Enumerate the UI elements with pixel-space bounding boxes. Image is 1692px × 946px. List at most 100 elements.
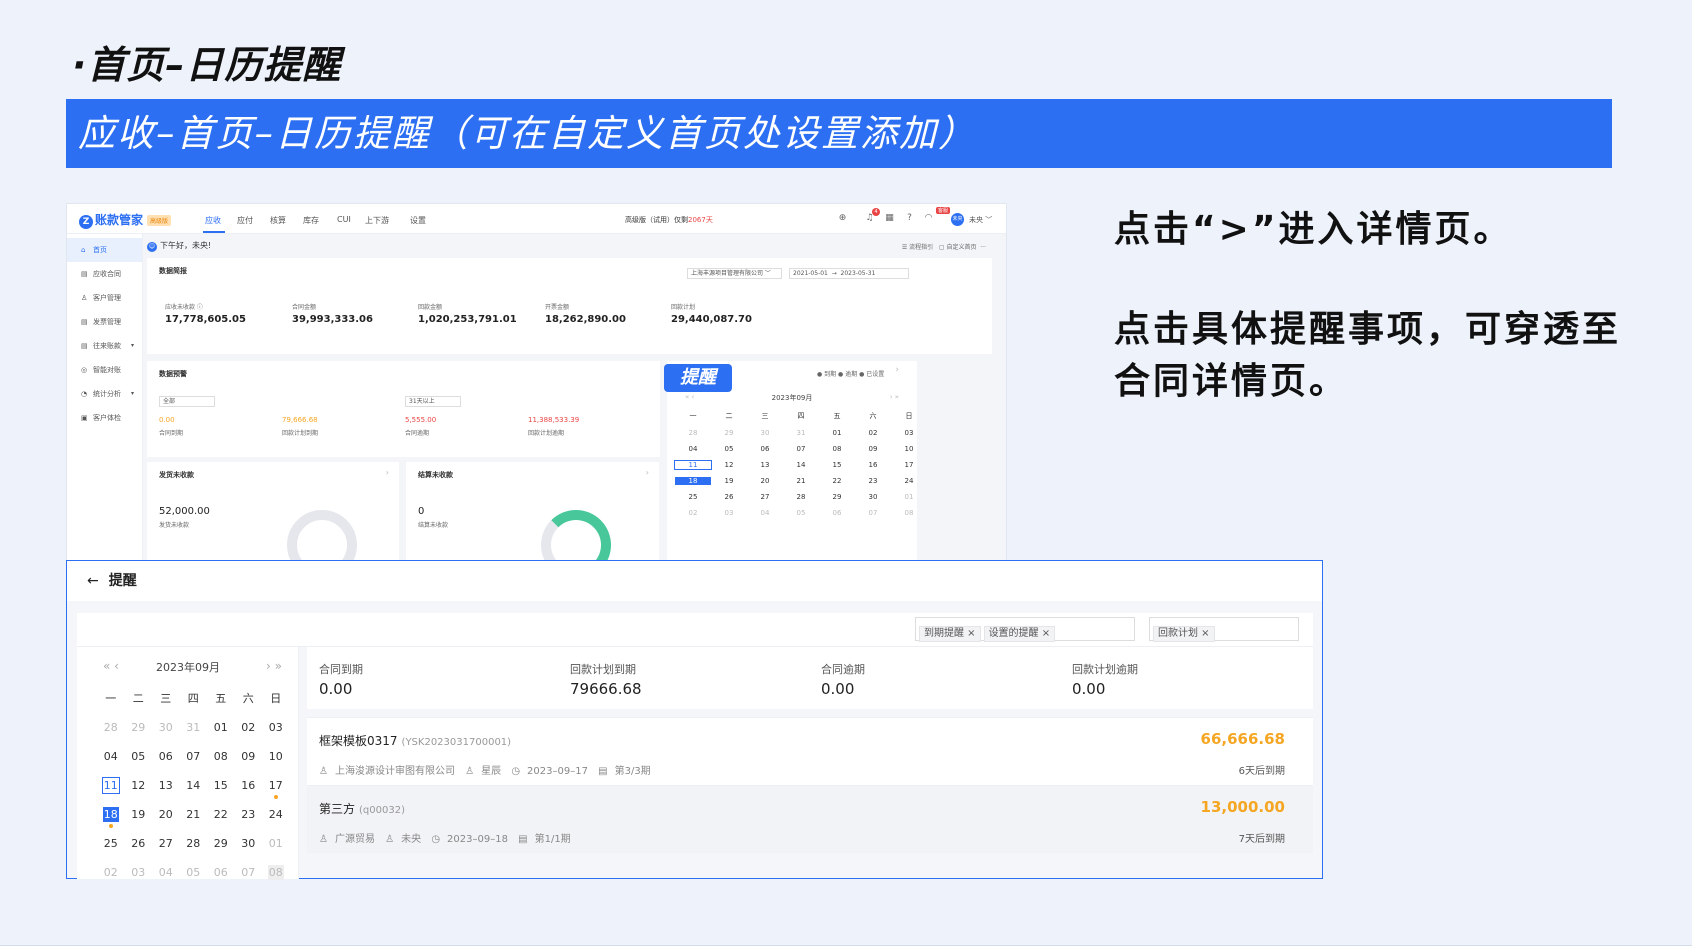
chevron-right-icon[interactable]: › bbox=[386, 468, 389, 477]
nav-tab-inventory[interactable]: 库存 bbox=[303, 215, 319, 226]
calendar-day[interactable]: 01 bbox=[819, 429, 855, 437]
calendar-day[interactable]: 29 bbox=[819, 493, 855, 501]
sidebar-item-reconcile[interactable]: ◎ 智能对账 bbox=[67, 358, 142, 382]
calendar-day[interactable]: 28 bbox=[675, 429, 711, 437]
calendar-day[interactable]: 29 bbox=[711, 429, 747, 437]
calendar-day[interactable]: 27 bbox=[747, 493, 783, 501]
calendar-day[interactable]: 14 bbox=[783, 461, 819, 469]
sidebar-item-stats[interactable]: ◔ 统计分析 ▾ bbox=[67, 382, 142, 406]
sidebar-item-accounts[interactable]: ▤ 往来账款 ▾ bbox=[67, 334, 142, 358]
calendar-day[interactable]: 05 bbox=[125, 749, 153, 764]
back-arrow-icon[interactable]: ← bbox=[87, 573, 99, 589]
calendar-day[interactable]: 08 bbox=[819, 445, 855, 453]
calendar-day[interactable]: 10 bbox=[891, 445, 927, 453]
sidebar-item-home[interactable]: ⌂ 首页 bbox=[67, 238, 142, 262]
calendar-day[interactable]: 08 bbox=[207, 749, 235, 764]
grid-icon[interactable]: ▦ bbox=[884, 213, 895, 224]
filter-chip[interactable]: 到期提醒 × bbox=[919, 626, 981, 642]
calendar-day[interactable]: 17 bbox=[891, 461, 927, 469]
warning-select-type[interactable]: 全部 bbox=[159, 396, 215, 407]
avatar[interactable]: 未央 bbox=[951, 213, 964, 226]
calendar-day[interactable]: 02 bbox=[97, 865, 125, 880]
calendar-day[interactable]: 06 bbox=[819, 509, 855, 517]
warning-select-days[interactable]: 31天以上 bbox=[405, 396, 461, 407]
calendar-day[interactable]: 02 bbox=[855, 429, 891, 437]
calendar-day[interactable]: 18 bbox=[675, 477, 711, 485]
calendar-day[interactable]: 01 bbox=[891, 493, 927, 501]
calendar-day[interactable]: 22 bbox=[207, 807, 235, 822]
sidebar-item-invoices[interactable]: ▤ 发票管理 bbox=[67, 310, 142, 334]
calendar-day[interactable]: 12 bbox=[125, 778, 153, 793]
calendar-prev-icon[interactable]: « ‹ bbox=[103, 659, 119, 673]
calendar-day[interactable]: 30 bbox=[235, 836, 263, 851]
calendar-day[interactable]: 05 bbox=[180, 865, 208, 880]
calendar-day[interactable]: 03 bbox=[262, 720, 290, 735]
calendar-day[interactable]: 27 bbox=[152, 836, 180, 851]
sidebar-item-customers[interactable]: ♙ 客户管理 bbox=[67, 286, 142, 310]
business-type-filter[interactable]: 回款计划 × bbox=[1149, 617, 1299, 642]
calendar-day[interactable]: 04 bbox=[97, 749, 125, 764]
app-logo[interactable]: Z 账款管家 bbox=[79, 211, 143, 229]
nav-tab-cui[interactable]: CUI bbox=[337, 215, 351, 224]
date-range-picker[interactable]: 2021-05-01 → 2023-05-31 bbox=[789, 268, 909, 279]
user-menu[interactable]: 未央 ﹀ bbox=[969, 215, 992, 225]
calendar-day[interactable]: 31 bbox=[783, 429, 819, 437]
sidebar-item-checkup[interactable]: ▣ 客户体检 bbox=[67, 406, 142, 430]
reminder-item[interactable]: 第三方 (q00032) 13,000.00 ♙ 广源贸易 ♙ 未央 ◷ 2023–09… bbox=[307, 785, 1313, 853]
calendar-day[interactable]: 01 bbox=[262, 836, 290, 851]
calendar-day[interactable]: 13 bbox=[747, 461, 783, 469]
calendar-day[interactable]: 29 bbox=[125, 720, 153, 735]
reminder-item[interactable]: 框架模板0317 (YSK2023031700001) 66,666.68 ♙ 上海… bbox=[307, 717, 1313, 785]
calendar-day[interactable]: 02 bbox=[675, 509, 711, 517]
filter-chip[interactable]: 设置的提醒 × bbox=[983, 626, 1056, 642]
calendar-day[interactable]: 10 bbox=[262, 749, 290, 764]
company-select[interactable]: 上海丰源项目管理有限公司 ﹀ bbox=[687, 268, 782, 279]
calendar-day[interactable]: 08 bbox=[267, 865, 284, 880]
calendar-day[interactable]: 09 bbox=[855, 445, 891, 453]
calendar-day[interactable]: 03 bbox=[711, 509, 747, 517]
calendar-day[interactable]: 29 bbox=[207, 836, 235, 851]
calendar-day[interactable]: 24 bbox=[891, 477, 927, 485]
calendar-day[interactable]: 23 bbox=[235, 807, 263, 822]
calendar-day[interactable]: 15 bbox=[207, 778, 235, 793]
calendar-day[interactable]: 06 bbox=[207, 865, 235, 880]
calendar-day[interactable]: 22 bbox=[819, 477, 855, 485]
calendar-day[interactable]: 19 bbox=[125, 807, 153, 822]
calendar-day[interactable]: 08 bbox=[891, 509, 927, 517]
calendar-day[interactable]: 30 bbox=[747, 429, 783, 437]
calendar-day[interactable]: 03 bbox=[891, 429, 927, 437]
calendar-day[interactable]: 05 bbox=[783, 509, 819, 517]
calendar-day[interactable]: 25 bbox=[675, 493, 711, 501]
calendar-day[interactable]: 20 bbox=[747, 477, 783, 485]
calendar-day[interactable]: 04 bbox=[152, 865, 180, 880]
calendar-day[interactable]: 09 bbox=[235, 749, 263, 764]
reminder-more-chevron-icon[interactable]: › bbox=[895, 365, 899, 375]
calendar-day[interactable]: 28 bbox=[783, 493, 819, 501]
calendar-day[interactable]: 24 bbox=[262, 807, 290, 822]
calendar-day[interactable]: 02 bbox=[235, 720, 263, 735]
calendar-day[interactable]: 21 bbox=[180, 807, 208, 822]
calendar-day[interactable]: 19 bbox=[711, 477, 747, 485]
nav-tab-payable[interactable]: 应付 bbox=[237, 215, 253, 226]
calendar-day[interactable]: 18 bbox=[102, 807, 119, 828]
calendar-day[interactable]: 30 bbox=[855, 493, 891, 501]
calendar-day[interactable]: 03 bbox=[125, 865, 153, 880]
nav-tab-upstream[interactable]: 上下游 bbox=[365, 215, 389, 226]
help-icon[interactable]: ? bbox=[904, 213, 915, 224]
calendar-day[interactable]: 12 bbox=[711, 461, 747, 469]
calendar-day[interactable]: 17 bbox=[262, 778, 290, 799]
calendar-day[interactable]: 28 bbox=[97, 720, 125, 735]
calendar-day[interactable]: 07 bbox=[180, 749, 208, 764]
calendar-day[interactable]: 26 bbox=[125, 836, 153, 851]
calendar-day[interactable]: 06 bbox=[152, 749, 180, 764]
calendar-day[interactable]: 30 bbox=[152, 720, 180, 735]
calendar-next-icon[interactable]: › » bbox=[266, 659, 282, 673]
calendar-day[interactable]: 23 bbox=[855, 477, 891, 485]
calendar-day[interactable]: 01 bbox=[207, 720, 235, 735]
nav-tab-settings[interactable]: 设置 bbox=[410, 215, 426, 226]
chevron-right-icon[interactable]: › bbox=[646, 468, 649, 477]
calendar-day[interactable]: 07 bbox=[235, 865, 263, 880]
calendar-day[interactable]: 16 bbox=[235, 778, 263, 793]
calendar-day[interactable]: 16 bbox=[855, 461, 891, 469]
calendar-day[interactable]: 11 bbox=[674, 460, 712, 470]
